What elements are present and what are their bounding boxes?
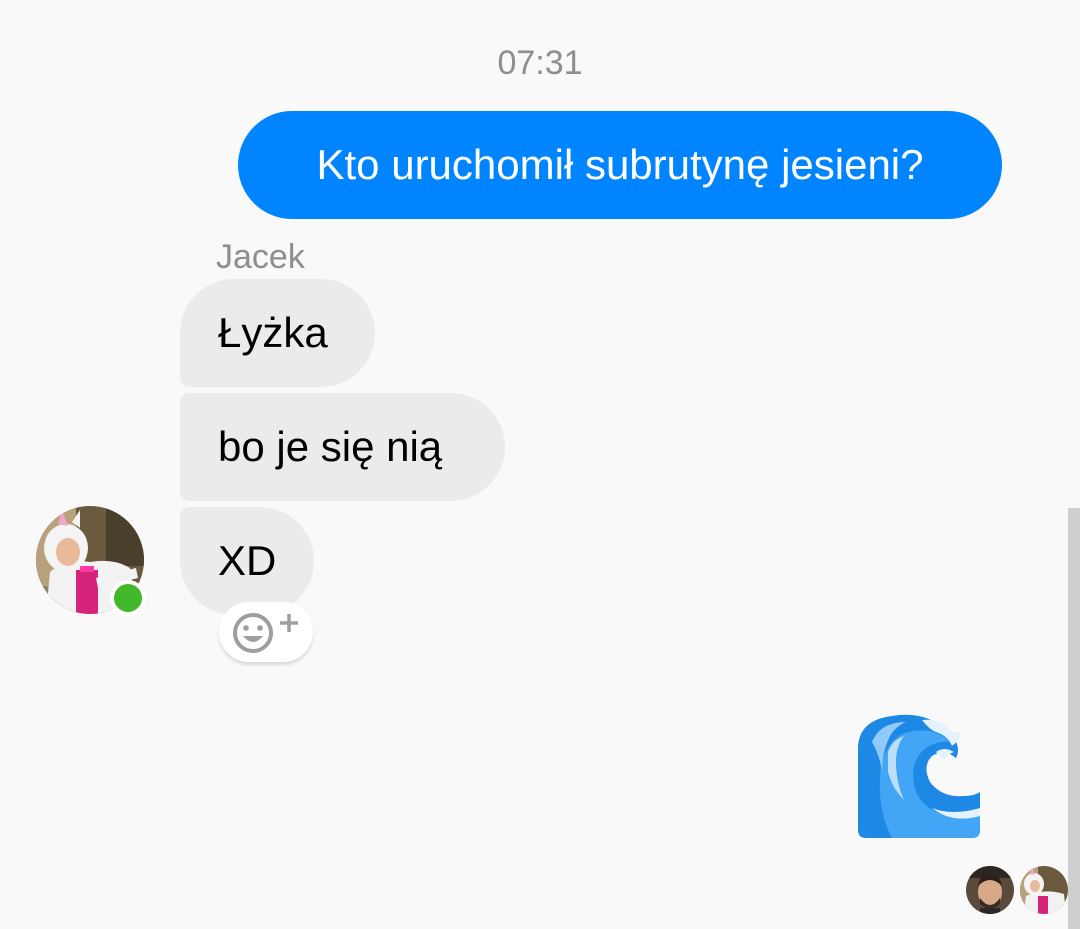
avatar-image [1020, 866, 1068, 914]
incoming-message-text: bo je się nią [218, 423, 443, 470]
message-timestamp: 07:31 [497, 44, 583, 82]
outgoing-message-text: Kto uruchomił subrutynę jesieni? [316, 141, 924, 188]
incoming-message-bubble[interactable]: Łyżka [180, 279, 375, 387]
add-reaction-icon [233, 613, 298, 653]
scrollbar[interactable] [1068, 508, 1080, 929]
online-status-indicator [110, 580, 146, 616]
chat-screen: 07:31 Kto uruchomił subrutynę jesieni? J… [0, 0, 1080, 929]
wave-emoji-message[interactable] [852, 712, 984, 842]
read-receipt-avatar [1020, 866, 1068, 914]
incoming-message-text: XD [218, 537, 277, 584]
sender-name: Jacek [216, 238, 305, 276]
read-receipt-avatar [966, 866, 1014, 914]
avatar-image [966, 866, 1014, 914]
incoming-message-bubble[interactable]: bo je się nią [180, 393, 505, 501]
add-reaction-button[interactable] [219, 602, 313, 662]
incoming-message-text: Łyżka [218, 309, 328, 356]
outgoing-message-bubble[interactable]: Kto uruchomił subrutynę jesieni? [238, 111, 1002, 219]
incoming-message-bubble[interactable]: XD [180, 507, 314, 615]
water-wave-icon [858, 714, 980, 838]
